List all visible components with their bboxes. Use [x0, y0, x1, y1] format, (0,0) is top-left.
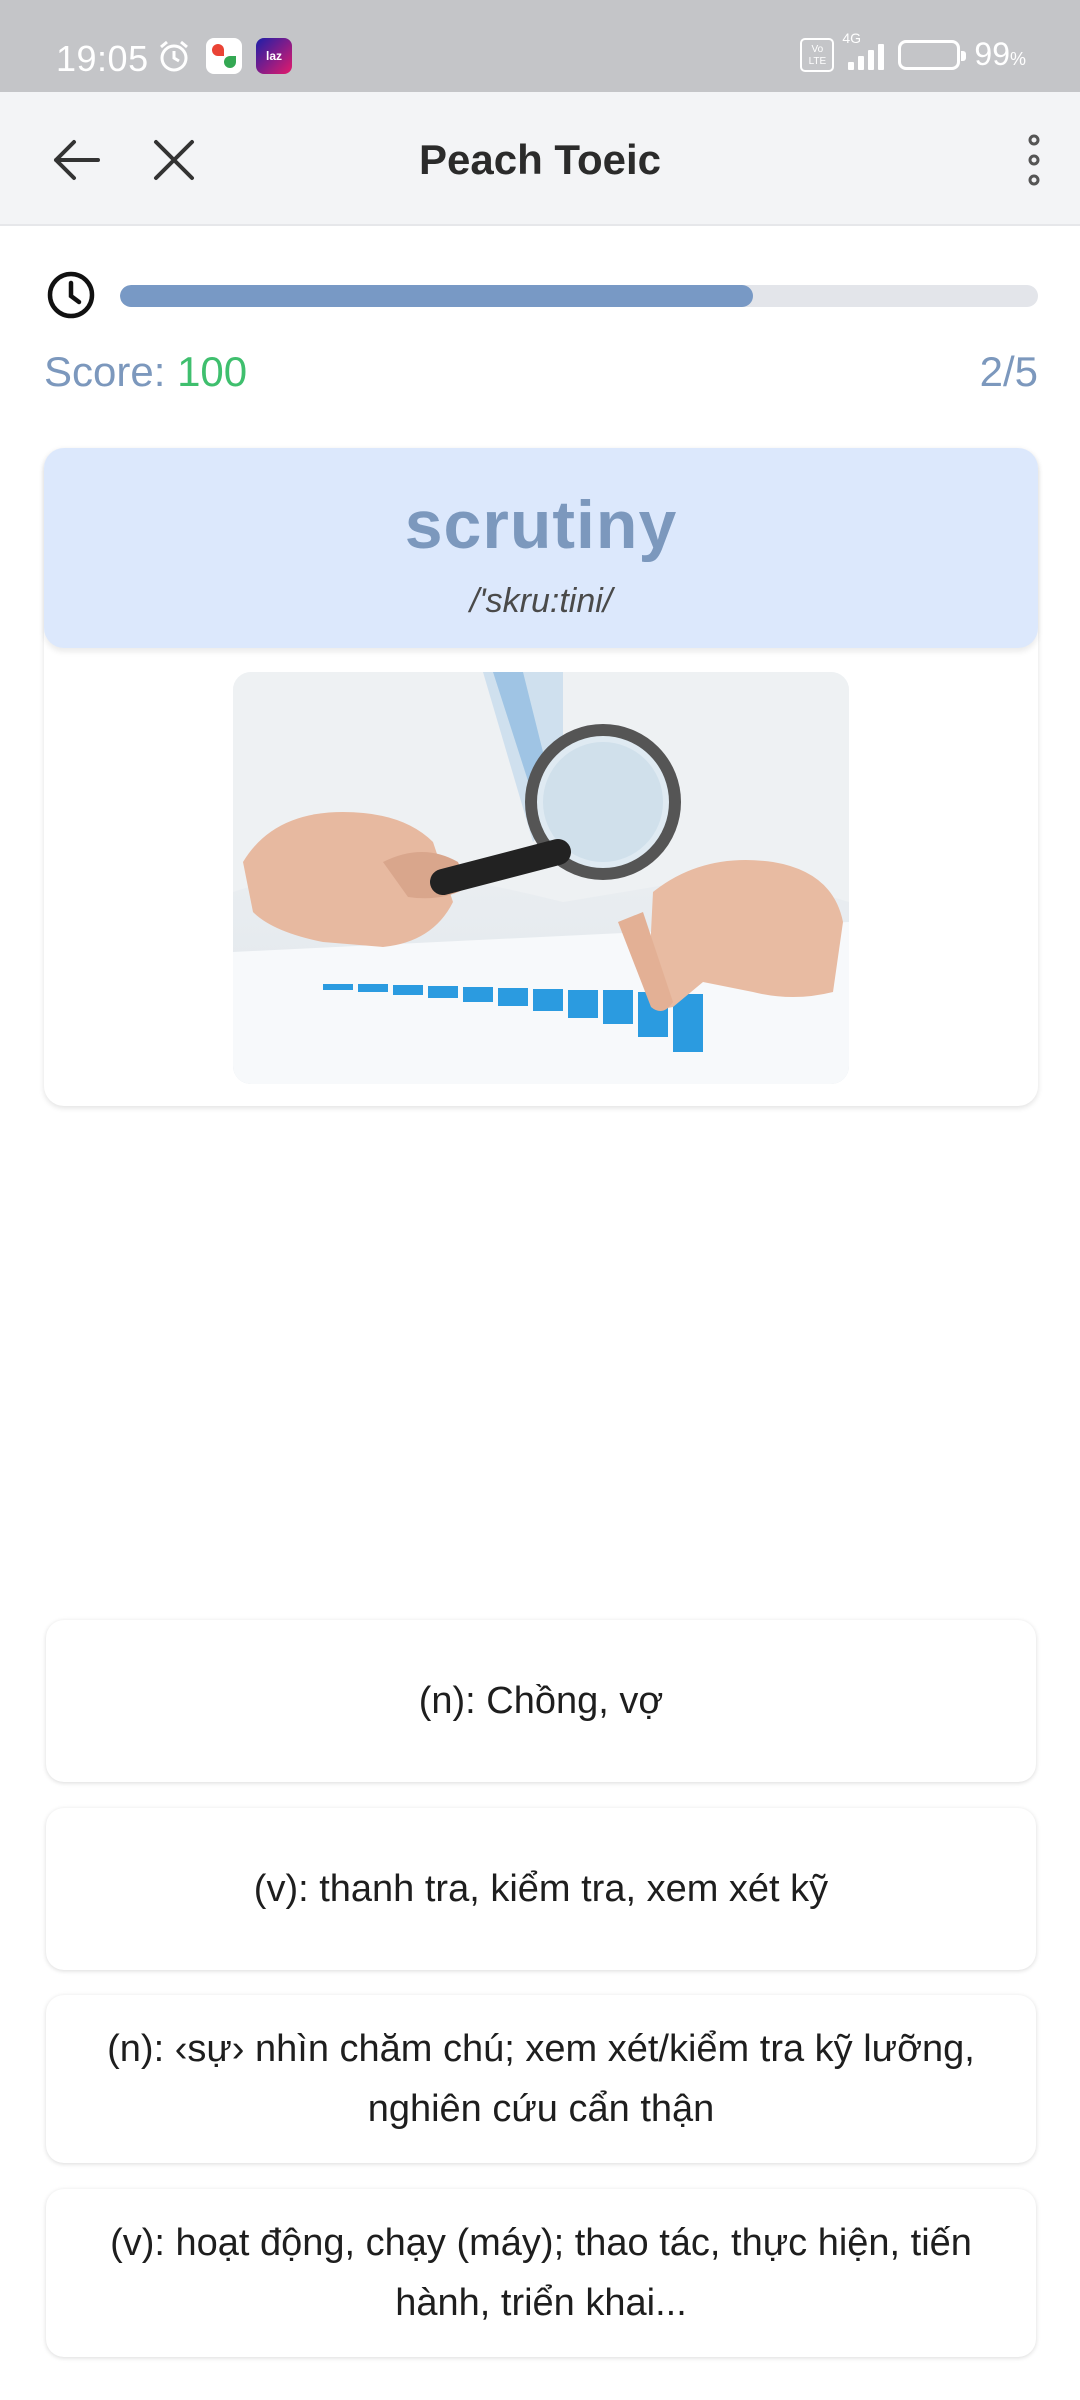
status-bar: 19:05 laz Vo LTE 4G 99%: [0, 0, 1080, 92]
page-title: Peach Toeic: [419, 136, 661, 183]
answer-option-4[interactable]: (v): hoạt động, chạy (máy); thao tác, th…: [46, 2189, 1036, 2357]
signal-icon: 4G: [842, 30, 885, 70]
app-bar: Peach Toeic: [0, 92, 1080, 226]
score-row: Score: 100 2/5: [44, 348, 1038, 398]
word-illustration-image: [233, 672, 849, 1084]
phonetic-transcription: /'skru:tini/: [469, 582, 613, 620]
score-value: 100: [177, 348, 248, 395]
answer-option-3[interactable]: (n): ‹sự› nhìn chăm chú; xem xét/kiểm tr…: [46, 1995, 1036, 2163]
answer-option-1[interactable]: (n): Chồng, vợ: [46, 1620, 1036, 1782]
word-header: scrutiny /'skru:tini/: [44, 448, 1038, 648]
lazada-app-icon: laz: [256, 38, 292, 74]
clock-icon: [47, 271, 95, 319]
network-type: 4G: [842, 29, 862, 46]
status-time: 19:05: [56, 38, 149, 79]
photos-app-icon: [206, 38, 242, 74]
more-options-button[interactable]: [1002, 128, 1066, 192]
vocabulary-word: scrutiny: [404, 487, 678, 563]
score-label: Score:: [44, 348, 178, 395]
battery-icon: [898, 39, 967, 70]
more-vert-icon: [1028, 134, 1040, 186]
battery-percent: 99%: [974, 36, 1026, 72]
status-left-icons: laz: [156, 38, 292, 74]
status-right-icons: Vo LTE 4G 99%: [800, 30, 1026, 73]
question-counter: 2/5: [979, 348, 1038, 395]
volte-icon: Vo LTE: [800, 37, 835, 72]
alarm-icon: [156, 38, 192, 74]
answer-option-2[interactable]: (v): thanh tra, kiểm tra, xem xét kỹ: [46, 1808, 1036, 1970]
progress-bar-fill: [120, 285, 754, 307]
progress-bar: [120, 285, 1038, 307]
word-card: scrutiny /'skru:tini/: [44, 448, 1038, 1106]
